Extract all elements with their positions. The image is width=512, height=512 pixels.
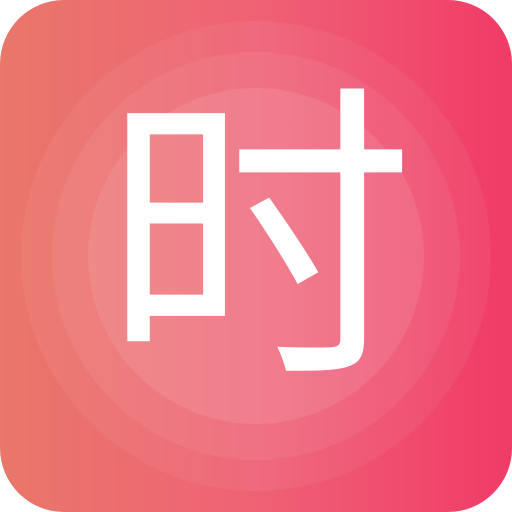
app-glyph-layer: 时 [102, 59, 414, 423]
app-glyph: 时 [102, 59, 414, 423]
app-icon[interactable]: 时 [0, 0, 512, 512]
